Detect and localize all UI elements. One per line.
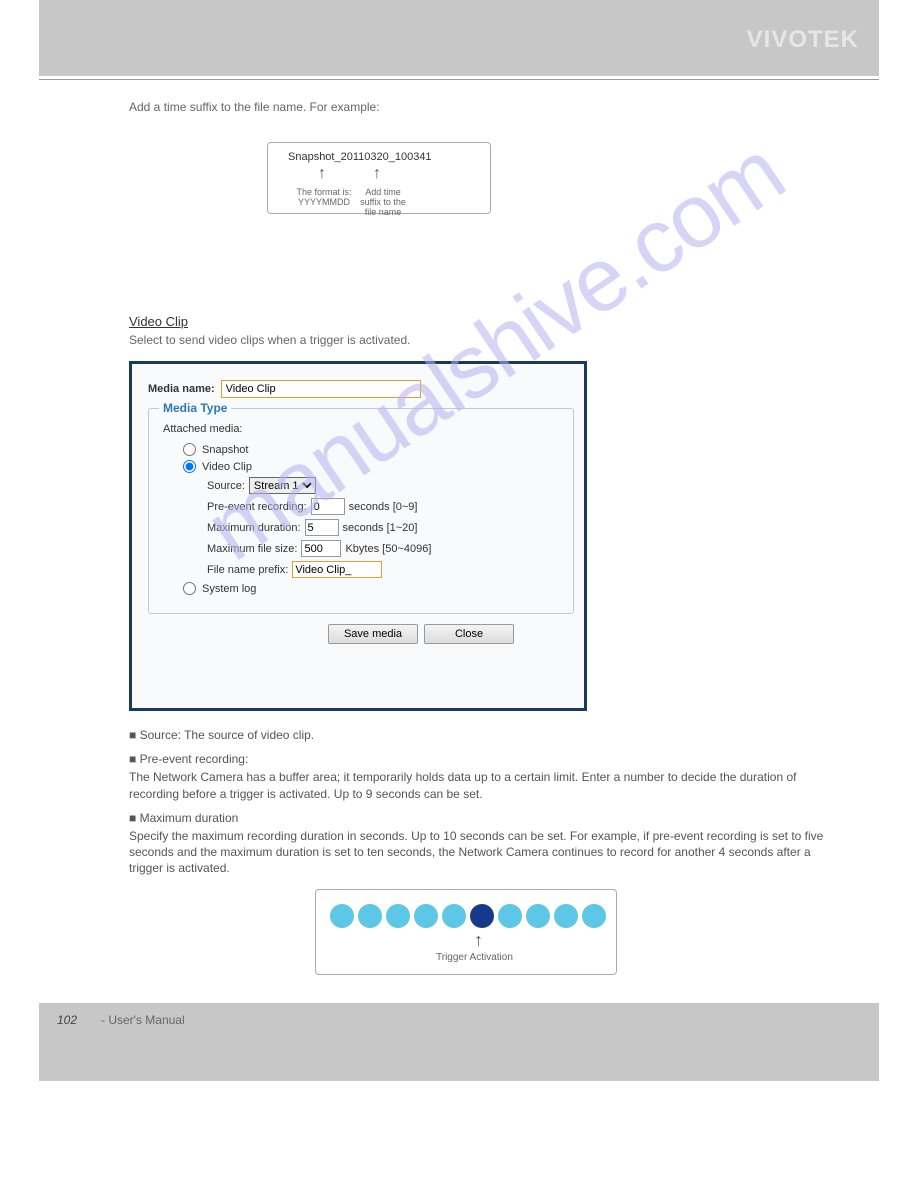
maxsize-label: Maximum file size: [207,543,297,555]
intro-caption-text: Add a time suffix to the file name. For … [129,100,380,114]
intro-caption: Add a time suffix to the file name. For … [129,100,849,114]
maxdur-hint: seconds [1~20] [343,522,418,534]
close-button[interactable]: Close [424,624,514,644]
arrow-up-icon: ↑ [318,165,326,183]
media-settings-panel: Media name: Media Type Attached media: S… [129,361,587,711]
bullet-preevent-text: The Network Camera has a buffer area; it… [129,769,829,801]
media-name-label: Media name: [148,383,215,395]
bullet-maxdur-text: Specify the maximum recording duration i… [129,828,829,877]
trigger-diagram-box: ↑ Trigger Activation [315,889,617,975]
example-date-caption: The format is: YYYYMMDD [296,187,352,207]
timeline-dot [330,904,354,928]
maxsize-input[interactable] [301,540,341,557]
example-time-caption: Add time suffix to the file name [358,187,408,217]
arrow-up-icon: ↑ [474,930,483,951]
videoclip-sub-settings: Source: Stream 1 Pre-event recording: se… [207,477,563,578]
media-type-fieldset: Media Type Attached media: Snapshot Vide… [148,408,574,614]
timeline-dot [414,904,438,928]
page-number: 102 [57,1013,77,1027]
maxdur-label: Maximum duration: [207,522,301,534]
timeline-dot [442,904,466,928]
radio-videoclip[interactable] [183,460,196,473]
timeline-trigger-dot [470,904,494,928]
radio-systemlog-row: System log [183,582,563,595]
timeline-dot [358,904,382,928]
radio-snapshot-row: Snapshot [183,443,563,456]
preevent-input[interactable] [311,498,345,515]
radio-snapshot[interactable] [183,443,196,456]
media-name-input[interactable] [221,380,421,398]
bottom-bar: 102 - User's Manual [39,1003,879,1081]
radio-videoclip-label: Video Clip [202,461,252,473]
page-content: Add a time suffix to the file name. For … [69,80,849,975]
bullet-preevent-label: Pre-event recording: [140,752,249,766]
timeline-dot [386,904,410,928]
radio-systemlog-label: System log [202,583,256,595]
top-bar: VIVOTEK [39,0,879,76]
timeline-dot [498,904,522,928]
bullet-maxdur-label: Maximum duration [140,811,239,825]
timeline-circles [330,904,606,928]
arrow-up-icon: ↑ [373,165,381,183]
timeline-dot [582,904,606,928]
preevent-label: Pre-event recording: [207,501,307,513]
save-media-button[interactable]: Save media [328,624,418,644]
media-type-legend: Media Type [159,401,231,415]
radio-systemlog[interactable] [183,582,196,595]
prefix-input[interactable] [292,561,382,578]
maxsize-hint: Kbytes [50~4096] [345,543,431,555]
bullet-source: Source: The source of video clip. [140,728,315,742]
timeline-dot [554,904,578,928]
manual-title: - User's Manual [101,1013,185,1027]
source-label: Source: [207,480,245,492]
filename-example-box: Snapshot_20110320_100341 ↑ ↑ The format … [267,142,491,214]
source-select[interactable]: Stream 1 [249,477,316,494]
video-clip-heading: Video Clip [129,314,849,329]
trigger-caption: Trigger Activation [436,952,513,963]
preevent-hint: seconds [0~9] [349,501,418,513]
radio-videoclip-row: Video Clip [183,460,563,473]
video-clip-description: Select to send video clips when a trigge… [129,333,849,347]
brand: VIVOTEK [39,0,879,54]
radio-snapshot-label: Snapshot [202,444,248,456]
example-filename: Snapshot_20110320_100341 [288,151,432,163]
attached-media-label: Attached media: [163,423,563,435]
maxdur-input[interactable] [305,519,339,536]
prefix-label: File name prefix: [207,564,288,576]
timeline-dot [526,904,550,928]
